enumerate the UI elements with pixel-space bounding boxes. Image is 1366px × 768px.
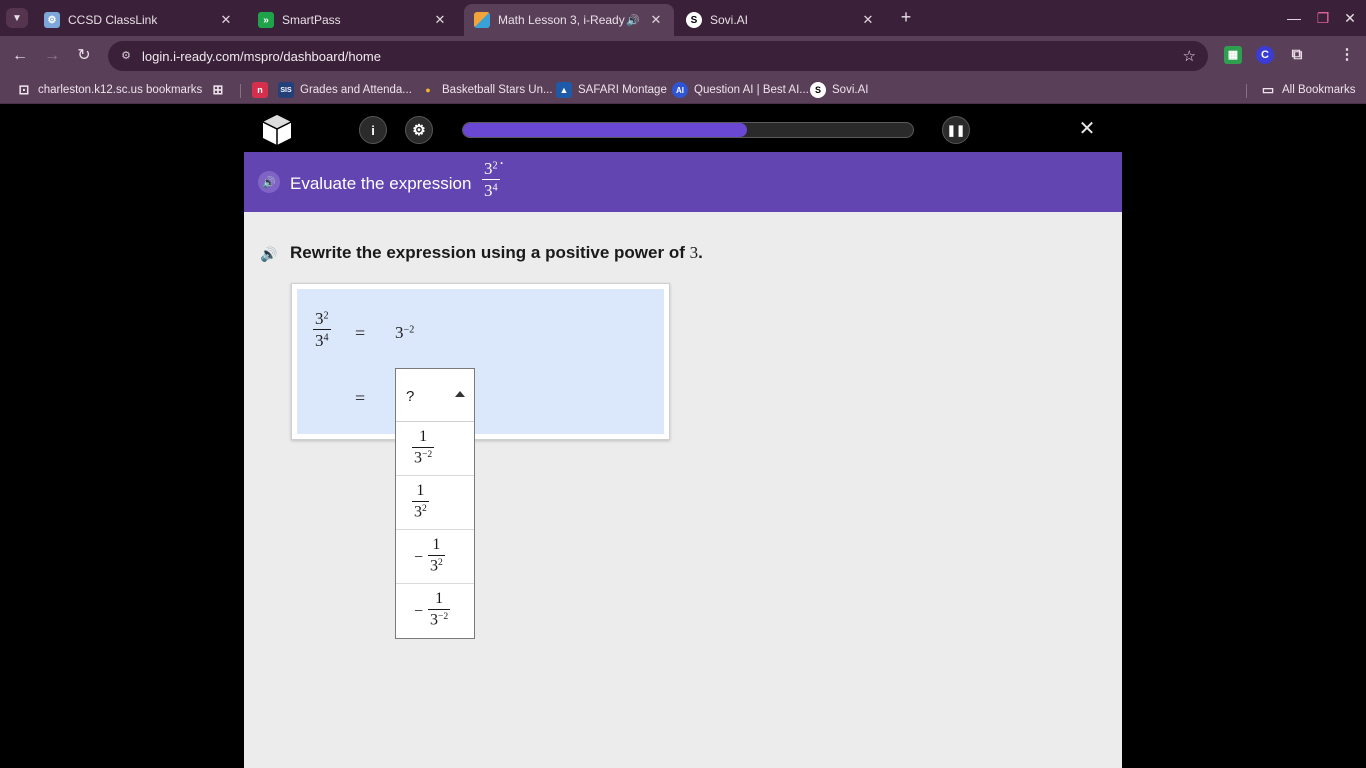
bookmarks-bar: ⊡ charleston.k12.sc.us bookmarks ⊞ n SIS… bbox=[0, 76, 1366, 104]
banner-expression: 32 34 . bbox=[482, 151, 504, 200]
all-bookmarks-label: All Bookmarks bbox=[1282, 84, 1356, 96]
info-icon[interactable]: i bbox=[359, 116, 387, 144]
extension-green-icon[interactable]: ▦ bbox=[1224, 46, 1242, 64]
bookmark-label: SAFARI Montage bbox=[578, 84, 667, 96]
folder-icon: ▭ bbox=[1261, 82, 1275, 97]
dropdown-selected[interactable]: ? bbox=[396, 369, 474, 422]
bookmark-basketball[interactable]: ● Basketball Stars Un... bbox=[420, 81, 553, 99]
close-lesson-icon[interactable]: ✕ bbox=[1076, 118, 1098, 140]
close-icon[interactable]: ✕ bbox=[648, 12, 664, 28]
bookmark-grades[interactable]: SIS Grades and Attenda... bbox=[278, 81, 412, 99]
window-close-button[interactable]: ✕ bbox=[1340, 8, 1360, 28]
tab-search-chevron-icon[interactable]: ▼ bbox=[6, 8, 28, 28]
folder-icon: ⊡ bbox=[18, 82, 30, 97]
prompt-text: Rewrite the expression using a positive … bbox=[290, 243, 703, 262]
new-tab-button[interactable]: + bbox=[896, 7, 916, 27]
bookmark-charleston[interactable]: ⊡ charleston.k12.sc.us bookmarks bbox=[16, 81, 203, 99]
bookmark-sovi[interactable]: S Sovi.AI bbox=[810, 81, 868, 99]
sis-icon: SIS bbox=[278, 82, 294, 98]
tab-title: CCSD ClassLink bbox=[68, 13, 158, 27]
url-text: login.i-ready.com/mspro/dashboard/home bbox=[142, 48, 381, 64]
close-icon[interactable]: ✕ bbox=[432, 12, 448, 28]
iready-logo-icon[interactable] bbox=[262, 114, 292, 146]
back-button[interactable]: ← bbox=[10, 46, 30, 66]
site-info-icon[interactable]: ⚙ bbox=[118, 48, 134, 64]
bookmark-label: Sovi.AI bbox=[832, 84, 869, 96]
bookmark-question-ai[interactable]: AI Question AI | Best AI... bbox=[672, 81, 809, 99]
question-banner: 🔊 Evaluate the expression 32 34 . bbox=[244, 151, 1122, 212]
apps-grid-icon: ⊞ bbox=[212, 82, 224, 97]
caret-up-icon bbox=[455, 391, 465, 397]
all-bookmarks[interactable]: ▭ All Bookmarks bbox=[1260, 81, 1356, 99]
bookmark-n[interactable]: n bbox=[252, 81, 274, 99]
more-menu-icon[interactable]: ⋮ bbox=[1338, 46, 1356, 64]
lhs-fraction: 32 34 bbox=[313, 309, 331, 350]
extensions-puzzle-icon[interactable]: ⧉ bbox=[1288, 46, 1306, 64]
tab-title: SmartPass bbox=[282, 13, 341, 27]
tab-smartpass[interactable]: » SmartPass ✕ bbox=[248, 4, 458, 36]
safari-montage-icon: ▲ bbox=[556, 82, 572, 98]
tab-sovi[interactable]: S Sovi.AI ✕ bbox=[676, 4, 886, 36]
bookmark-divider bbox=[1246, 84, 1247, 98]
reload-button[interactable]: ↻ bbox=[74, 46, 94, 66]
lesson-progress-bar bbox=[462, 122, 914, 138]
close-icon[interactable]: ✕ bbox=[218, 12, 234, 28]
smartpass-icon: » bbox=[258, 12, 274, 28]
dropdown-value: ? bbox=[406, 388, 415, 405]
extension-c-icon[interactable]: C bbox=[1256, 46, 1274, 64]
address-bar[interactable]: ⚙ login.i-ready.com/mspro/dashboard/home… bbox=[108, 41, 1208, 71]
restore-button[interactable]: ❐ bbox=[1313, 8, 1333, 28]
answer-dropdown[interactable]: ? 1 3−2 1 32 − 1 32 − 1 3−2 bbox=[395, 368, 475, 639]
lesson-content: 🔊 Rewrite the expression using a positiv… bbox=[244, 212, 1122, 768]
rhs-power: 3−2 bbox=[395, 323, 415, 342]
bookmark-label: Grades and Attenda... bbox=[300, 84, 412, 96]
n-icon: n bbox=[252, 82, 268, 98]
classlink-icon: ⚙ bbox=[44, 12, 60, 28]
bookmark-apps[interactable]: ⊞ bbox=[210, 81, 232, 99]
minimize-button[interactable]: — bbox=[1284, 8, 1304, 28]
browser-toolbar: ← → ↻ ⚙ login.i-ready.com/mspro/dashboar… bbox=[0, 36, 1366, 76]
tab-title: Math Lesson 3, i-Ready bbox=[498, 13, 625, 27]
tab-math-lesson[interactable]: Math Lesson 3, i-Ready 🔊 ✕ bbox=[464, 4, 674, 36]
sovi-icon: S bbox=[686, 12, 702, 28]
pause-icon[interactable]: ❚❚ bbox=[942, 116, 970, 144]
close-icon[interactable]: ✕ bbox=[860, 12, 876, 28]
bookmark-label: charleston.k12.sc.us bookmarks bbox=[38, 84, 203, 96]
banner-text: Evaluate the expression bbox=[290, 174, 472, 193]
read-aloud-speaker-icon[interactable]: 🔊 bbox=[258, 171, 280, 193]
bookmark-label: Basketball Stars Un... bbox=[442, 84, 553, 96]
prompt-speaker-icon[interactable]: 🔊 bbox=[260, 244, 280, 264]
tab-title: Sovi.AI bbox=[710, 13, 749, 27]
lesson-toolbar: i ⚙ ❚❚ ✕ bbox=[244, 108, 1122, 152]
dropdown-option-3[interactable]: − 1 32 bbox=[396, 530, 474, 584]
dropdown-option-4[interactable]: − 1 3−2 bbox=[396, 584, 474, 638]
work-area-inner: 32 34 = 3−2 = bbox=[297, 289, 664, 434]
forward-button[interactable]: → bbox=[42, 46, 62, 66]
bookmark-label: Question AI | Best AI... bbox=[694, 84, 809, 96]
basketball-icon: ● bbox=[425, 85, 431, 95]
question-ai-icon: AI bbox=[672, 82, 688, 98]
audio-playing-icon[interactable]: 🔊 bbox=[626, 14, 640, 27]
dropdown-option-2[interactable]: 1 32 bbox=[396, 476, 474, 530]
browser-tab-bar: ▼ ⚙ CCSD ClassLink ✕ » SmartPass ✕ Math … bbox=[0, 0, 1366, 36]
progress-fill bbox=[463, 123, 747, 137]
iready-icon bbox=[474, 12, 490, 28]
sovi-icon: S bbox=[810, 82, 826, 98]
bookmark-star-icon[interactable]: ☆ bbox=[1183, 47, 1196, 65]
bookmark-safari-montage[interactable]: ▲ SAFARI Montage bbox=[556, 81, 667, 99]
tab-classlink[interactable]: ⚙ CCSD ClassLink ✕ bbox=[34, 4, 244, 36]
bookmark-divider bbox=[240, 84, 241, 98]
equals-sign: = bbox=[355, 323, 366, 343]
dropdown-option-1[interactable]: 1 3−2 bbox=[396, 422, 474, 476]
settings-gear-icon[interactable]: ⚙ bbox=[405, 116, 433, 144]
equals-sign: = bbox=[355, 388, 366, 408]
work-area: 32 34 = 3−2 = bbox=[291, 283, 670, 440]
